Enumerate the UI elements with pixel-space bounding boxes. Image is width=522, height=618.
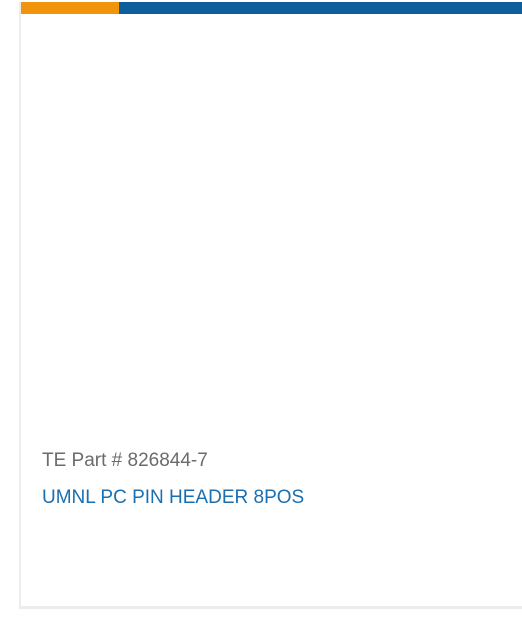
accent-bar-orange-segment <box>21 2 119 14</box>
part-number-label: TE Part # 826844-7 <box>42 450 208 471</box>
accent-bar-blue-segment <box>119 2 522 14</box>
product-card[interactable]: TE Part # 826844-7 UMNL PC PIN HEADER 8P… <box>19 2 522 609</box>
accent-bar <box>21 2 522 14</box>
product-title-link[interactable]: UMNL PC PIN HEADER 8POS <box>42 486 304 510</box>
product-image-placeholder[interactable] <box>21 14 522 434</box>
